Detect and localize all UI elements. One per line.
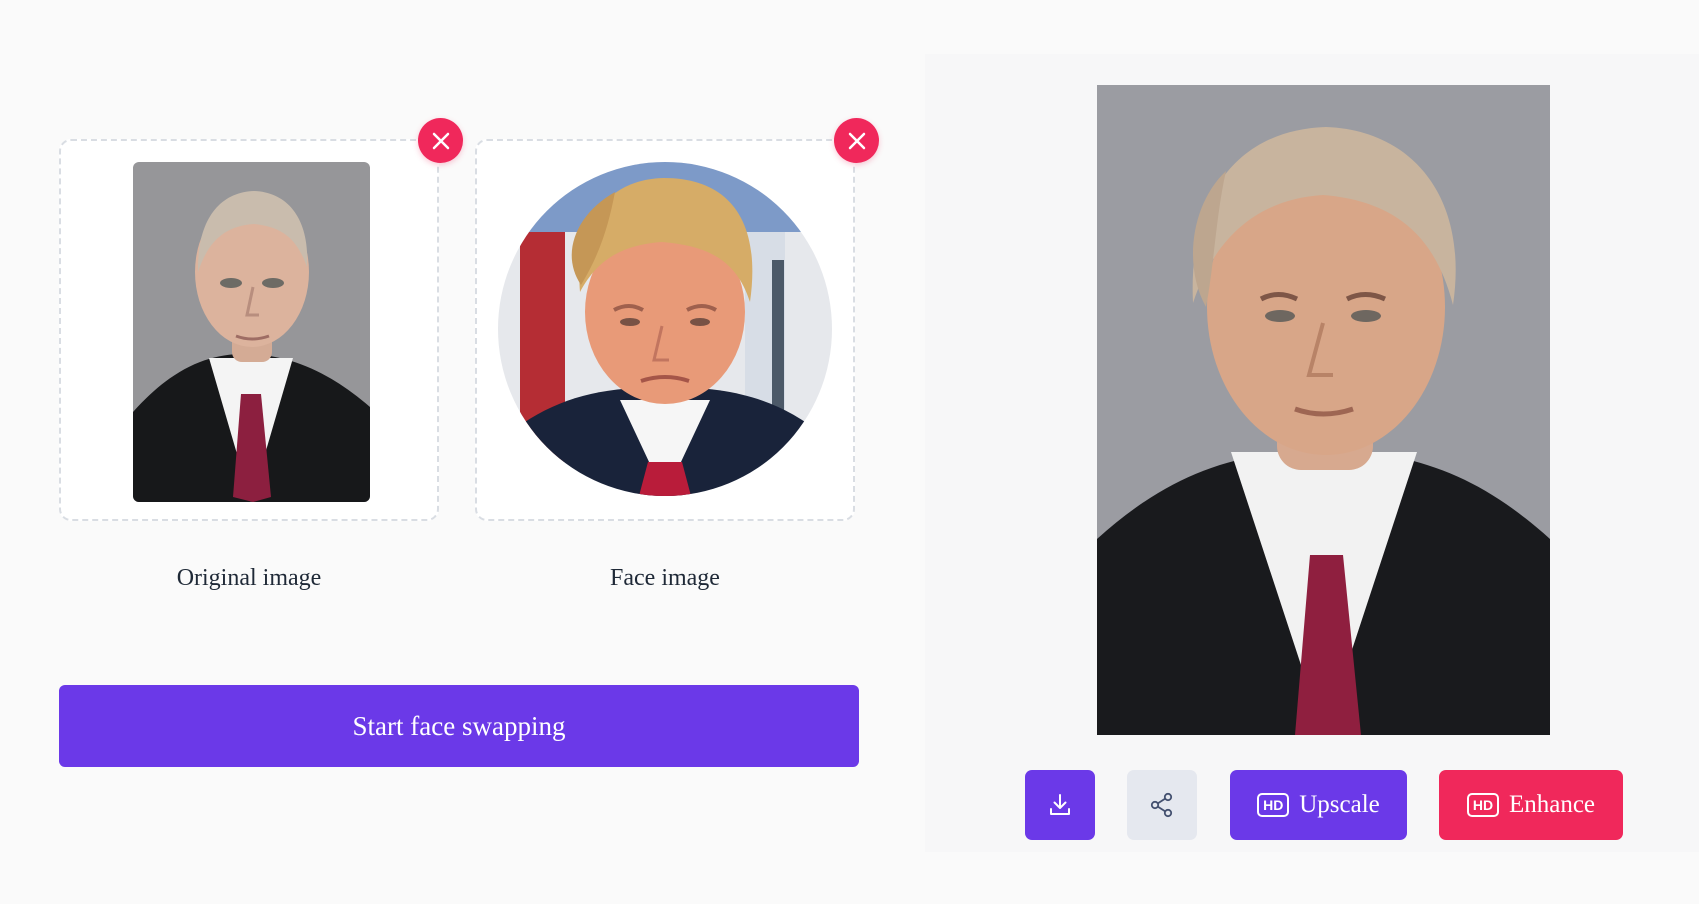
share-button[interactable]: [1127, 770, 1197, 840]
remove-original-button[interactable]: [418, 118, 463, 163]
enhance-button[interactable]: HD Enhance: [1439, 770, 1623, 840]
remove-face-button[interactable]: [834, 118, 879, 163]
face-image-thumbnail: [498, 162, 832, 496]
upscale-button[interactable]: HD Upscale: [1230, 770, 1407, 840]
face-image-dropzone[interactable]: [475, 139, 855, 521]
original-image-caption: Original image: [176, 565, 322, 591]
hd-badge: HD: [1257, 793, 1290, 817]
result-panel: HD Upscale HD Enhance: [925, 54, 1699, 852]
close-icon: [848, 132, 865, 149]
swapped-result-image: [1097, 85, 1550, 735]
face-image-caption: Face image: [610, 565, 720, 591]
share-icon: [1150, 792, 1173, 818]
start-face-swapping-button[interactable]: Start face swapping: [59, 685, 859, 767]
download-button[interactable]: [1025, 770, 1095, 840]
close-icon: [432, 132, 449, 149]
download-icon: [1050, 794, 1070, 815]
hd-badge: HD: [1466, 793, 1499, 817]
original-image-thumbnail: [133, 162, 370, 502]
upscale-label: Upscale: [1299, 791, 1380, 818]
enhance-label: Enhance: [1508, 791, 1596, 818]
original-image-dropzone[interactable]: [59, 139, 439, 521]
